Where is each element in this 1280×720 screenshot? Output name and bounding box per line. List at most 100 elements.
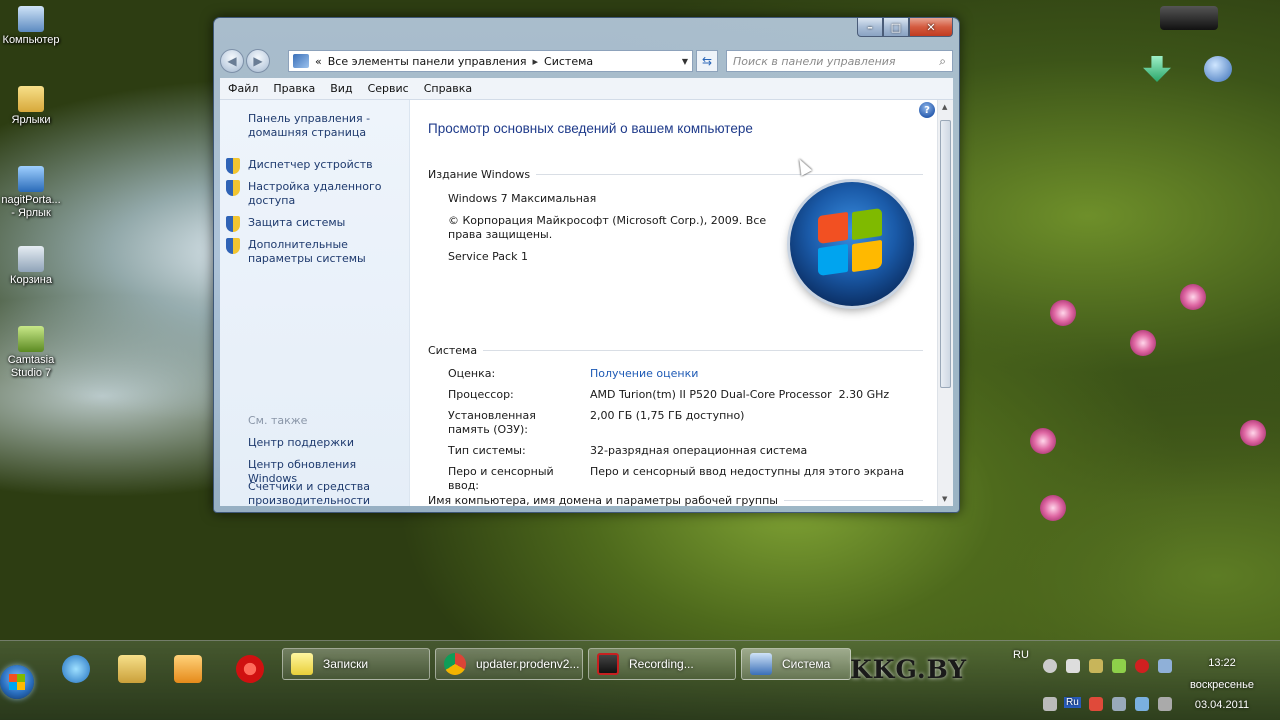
main-panel: ? Просмотр основных сведений о вашем ком… bbox=[410, 100, 937, 506]
menu-edit[interactable]: Правка bbox=[273, 82, 315, 95]
scroll-up-icon[interactable]: ▲ bbox=[942, 103, 947, 111]
back-button[interactable]: ◀ bbox=[220, 49, 244, 73]
sticky-notes-icon bbox=[291, 653, 313, 675]
refresh-button[interactable]: ⇆ bbox=[696, 50, 718, 72]
help-icon[interactable]: ? bbox=[919, 102, 935, 118]
network-globe-icon[interactable] bbox=[1204, 56, 1232, 82]
vertical-scrollbar[interactable]: ▲ ▼ bbox=[937, 100, 953, 506]
section-heading: Система bbox=[428, 344, 478, 357]
task-system[interactable]: Система bbox=[741, 648, 851, 680]
pen-touch-value: Перо и сенсорный ввод недоступны для это… bbox=[590, 465, 905, 478]
tasks-pane: Панель управления - домашняя страница Ди… bbox=[220, 100, 410, 506]
search-input[interactable]: Поиск в панели управления ⌕ bbox=[726, 50, 953, 72]
menu-bar: Файл Правка Вид Сервис Справка bbox=[220, 78, 953, 100]
page-title: Просмотр основных сведений о вашем компь… bbox=[428, 121, 753, 136]
desktop-icon-recycle-bin[interactable]: Корзина bbox=[0, 246, 62, 287]
chevron-down-icon[interactable]: ▼ bbox=[682, 57, 688, 66]
shield-icon bbox=[226, 180, 240, 196]
tray-app-icon[interactable] bbox=[1089, 659, 1103, 673]
pinned-app-opera[interactable] bbox=[230, 649, 270, 689]
shield-icon bbox=[226, 238, 240, 254]
desktop-icon-snagit[interactable]: nagitPorta... - Ярлык bbox=[0, 166, 62, 220]
system-protection-link[interactable]: Защита системы bbox=[248, 216, 408, 230]
keyboard-layout-badge[interactable]: Ru bbox=[1064, 697, 1081, 708]
start-button[interactable] bbox=[0, 665, 34, 699]
antivirus-icon[interactable] bbox=[1135, 659, 1149, 673]
performance-tools-link[interactable]: Счетчики и средства производительности bbox=[248, 480, 408, 506]
chrome-icon bbox=[444, 653, 466, 675]
task-recording[interactable]: Recording... bbox=[588, 648, 736, 680]
volume-icon[interactable] bbox=[1066, 659, 1080, 673]
pinned-app-explorer[interactable] bbox=[112, 649, 152, 689]
watermark-text: KKG.BY bbox=[850, 655, 968, 684]
pen-touch-label: Перо и сенсорный ввод: bbox=[448, 465, 554, 492]
language-indicator[interactable]: RU bbox=[1013, 649, 1029, 661]
scroll-thumb[interactable] bbox=[940, 120, 951, 388]
desktop-icon-label: Компьютер bbox=[2, 34, 60, 46]
processor-label: Процессор: bbox=[448, 388, 514, 401]
action-center-link[interactable]: Центр поддержки bbox=[248, 436, 408, 450]
system-type-label: Тип системы: bbox=[448, 444, 526, 457]
breadcrumb-current[interactable]: Система bbox=[544, 55, 593, 68]
navigation-bar: ◀ ▶ « Все элементы панели управления ▸ С… bbox=[220, 48, 953, 74]
control-panel-icon bbox=[293, 54, 309, 68]
pinned-app-media-player[interactable] bbox=[168, 649, 208, 689]
task-label: updater.prodenv2... bbox=[476, 657, 580, 671]
menu-view[interactable]: Вид bbox=[330, 82, 352, 95]
menu-file[interactable]: Файл bbox=[228, 82, 258, 95]
tray-flag-icon[interactable] bbox=[1089, 697, 1103, 711]
clock-time[interactable]: 13:22 bbox=[1190, 657, 1254, 669]
desktop-icon-computer[interactable]: Компьютер bbox=[0, 6, 62, 47]
ram-value: 2,00 ГБ (1,75 ГБ доступно) bbox=[590, 409, 745, 422]
windows-logo-icon bbox=[790, 182, 914, 306]
system-type-value: 32-разрядная операционная система bbox=[590, 444, 808, 457]
section-heading: Имя компьютера, имя домена и параметры р… bbox=[428, 494, 778, 506]
breadcrumb-parent[interactable]: Все элементы панели управления bbox=[328, 55, 527, 68]
task-chrome[interactable]: updater.prodenv2... bbox=[435, 648, 583, 680]
pinned-app-ie[interactable] bbox=[56, 649, 96, 689]
task-notes[interactable]: Записки bbox=[282, 648, 430, 680]
task-label: Recording... bbox=[629, 657, 694, 671]
scroll-down-icon[interactable]: ▼ bbox=[942, 495, 947, 503]
content-area: Панель управления - домашняя страница Ди… bbox=[220, 100, 953, 506]
menu-tools[interactable]: Сервис bbox=[368, 82, 409, 95]
forward-arrow-icon: ▶ bbox=[253, 54, 263, 68]
tray-signal-icon[interactable] bbox=[1135, 697, 1149, 711]
control-panel-home-link[interactable]: Панель управления - домашняя страница bbox=[248, 112, 408, 140]
network-icon[interactable] bbox=[1112, 659, 1126, 673]
internet-explorer-icon bbox=[62, 655, 90, 683]
window-controls: – □ ✕ bbox=[857, 18, 953, 37]
tray-record-icon[interactable] bbox=[1043, 659, 1057, 673]
folder-icon bbox=[18, 86, 44, 112]
menu-help[interactable]: Справка bbox=[424, 82, 472, 95]
bluetooth-icon[interactable] bbox=[1158, 659, 1172, 673]
section-computer-name: Имя компьютера, имя домена и параметры р… bbox=[428, 494, 923, 506]
close-icon: ✕ bbox=[926, 20, 936, 34]
refresh-icon: ⇆ bbox=[701, 54, 713, 68]
close-button[interactable]: ✕ bbox=[909, 18, 953, 37]
search-icon[interactable]: ⌕ bbox=[939, 54, 946, 69]
address-bar[interactable]: « Все элементы панели управления ▸ Систе… bbox=[288, 50, 693, 72]
tray-power-icon[interactable] bbox=[1158, 697, 1172, 711]
remote-settings-link[interactable]: Настройка удаленного доступа bbox=[248, 180, 408, 208]
opera-icon bbox=[236, 655, 264, 683]
minimize-button[interactable]: – bbox=[857, 18, 883, 37]
wallpaper-flower bbox=[1030, 428, 1056, 454]
shield-icon bbox=[226, 216, 240, 232]
wallpaper-flower bbox=[1240, 420, 1266, 446]
download-arrow-icon[interactable] bbox=[1143, 56, 1171, 82]
tray-window-icon[interactable] bbox=[1043, 697, 1057, 711]
forward-button[interactable]: ▶ bbox=[246, 49, 270, 73]
desktop-gadget-drive[interactable] bbox=[1160, 6, 1218, 30]
desktop-icon-camtasia[interactable]: Camtasia Studio 7 bbox=[0, 326, 62, 380]
windows-edition-value: Windows 7 Максимальная bbox=[448, 192, 597, 205]
desktop-icon-shortcuts[interactable]: Ярлыки bbox=[0, 86, 62, 127]
tray-monitor-icon[interactable] bbox=[1112, 697, 1126, 711]
maximize-button[interactable]: □ bbox=[883, 18, 909, 37]
rating-link[interactable]: Получение оценки bbox=[590, 367, 698, 381]
device-manager-link[interactable]: Диспетчер устройств bbox=[248, 158, 408, 172]
clock-date[interactable]: 03.04.2011 bbox=[1186, 699, 1258, 711]
breadcrumb-overflow[interactable]: « bbox=[315, 55, 322, 68]
advanced-settings-link[interactable]: Дополнительные параметры системы bbox=[248, 238, 408, 266]
clock-day[interactable]: воскресенье bbox=[1182, 679, 1262, 691]
